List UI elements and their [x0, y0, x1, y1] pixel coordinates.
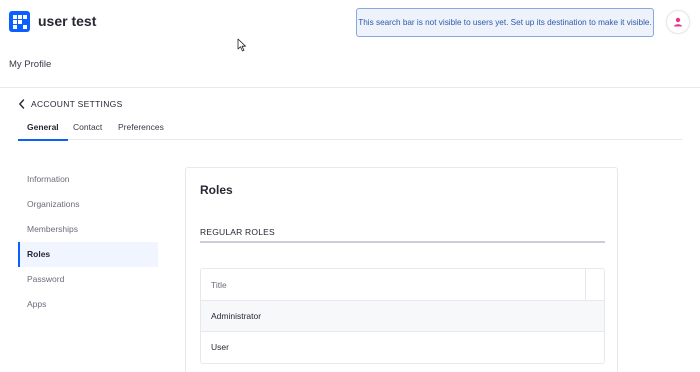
back-label: ACCOUNT SETTINGS	[31, 99, 123, 109]
sidebar-item-apps[interactable]: Apps	[18, 292, 158, 317]
search-bar-notice: This search bar is not visible to users …	[356, 8, 654, 37]
account-side-nav: Information Organizations Memberships Ro…	[18, 167, 158, 317]
table-row[interactable]: Administrator	[201, 301, 604, 332]
grid-logo-icon[interactable]	[9, 11, 30, 32]
tab-general[interactable]: General	[18, 114, 68, 141]
sidebar-item-memberships[interactable]: Memberships	[18, 217, 158, 242]
account-tabs: General Contact Preferences	[18, 114, 682, 141]
user-icon	[674, 17, 682, 27]
mouse-pointer-icon	[237, 38, 246, 52]
top-bar: user test This search bar is not visible…	[0, 0, 700, 88]
table-header: Title	[201, 269, 604, 301]
table-row[interactable]: User	[201, 332, 604, 363]
my-profile-link[interactable]: My Profile	[9, 59, 51, 70]
tab-contact[interactable]: Contact	[64, 114, 111, 140]
section-heading: REGULAR ROLES	[200, 227, 605, 243]
roles-table: Title Administrator User	[200, 268, 605, 364]
sidebar-item-information[interactable]: Information	[18, 167, 158, 192]
sidebar-item-roles[interactable]: Roles	[18, 242, 158, 267]
roles-panel: Roles REGULAR ROLES Title Administrator …	[185, 167, 618, 372]
back-to-account-settings[interactable]: ACCOUNT SETTINGS	[18, 99, 123, 109]
site-title[interactable]: user test	[38, 13, 96, 29]
tab-preferences[interactable]: Preferences	[109, 114, 173, 140]
column-header-title: Title	[211, 280, 227, 290]
sidebar-item-organizations[interactable]: Organizations	[18, 192, 158, 217]
column-header-actions	[585, 269, 604, 301]
sidebar-item-password[interactable]: Password	[18, 267, 158, 292]
chevron-left-icon	[19, 99, 25, 109]
user-avatar[interactable]	[666, 10, 690, 34]
panel-title: Roles	[200, 183, 233, 197]
